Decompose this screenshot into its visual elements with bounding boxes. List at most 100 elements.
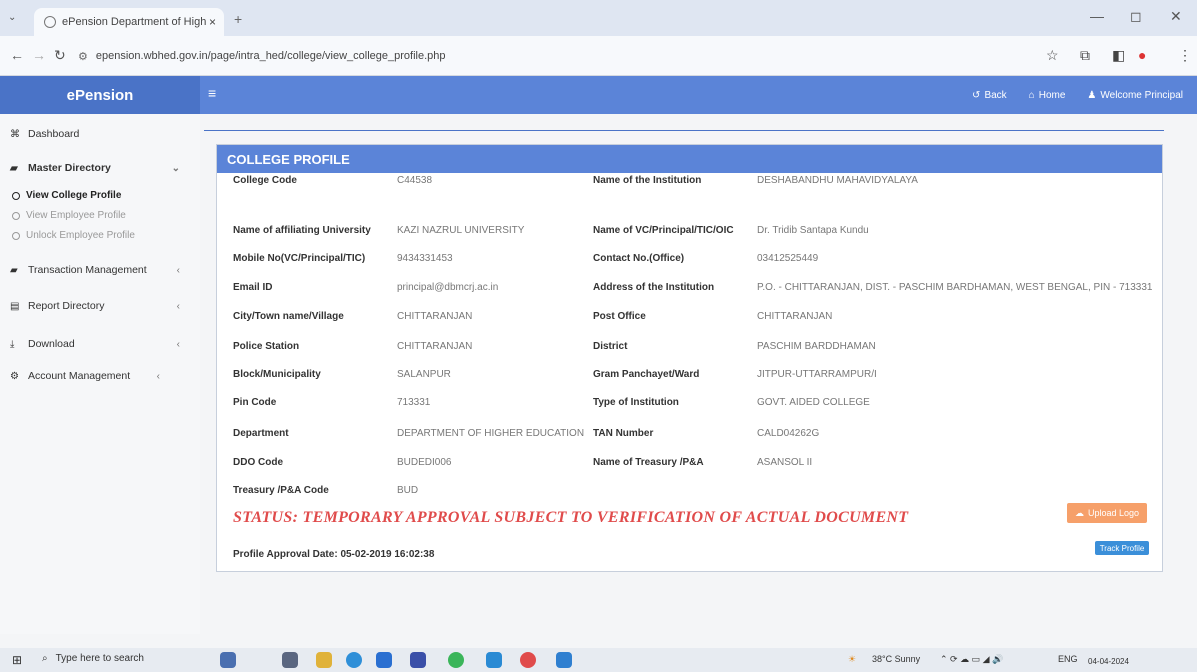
label-treasury: Name of Treasury /P&A — [593, 457, 704, 468]
approval-status-text: STATUS: TEMPORARY APPROVAL SUBJECT TO VE… — [233, 509, 909, 526]
home-icon: ⌂ — [1028, 89, 1035, 101]
close-window-icon[interactable]: ✕ — [1170, 8, 1182, 25]
value-ddo: BUDEDI006 — [397, 457, 452, 468]
value-police: CHITTARANJAN — [397, 341, 473, 352]
label-contact: Contact No.(Office) — [593, 253, 685, 264]
site-info-icon[interactable]: ⚙ — [78, 50, 88, 63]
label-ddo: DDO Code — [233, 457, 283, 468]
user-icon: ♟ — [1087, 89, 1097, 101]
maximize-icon[interactable]: ◻ — [1130, 8, 1142, 25]
track-profile-button[interactable]: Track Profile — [1095, 541, 1149, 555]
value-type: GOVT. AIDED COLLEGE — [757, 397, 870, 408]
star-icon[interactable]: ☆ — [1046, 47, 1059, 64]
app-icon[interactable] — [486, 652, 502, 668]
approval-date-value: 05-02-2019 16:02:38 — [340, 549, 435, 560]
label-university: Name of affiliating University — [233, 225, 371, 236]
sidebar-item-transaction[interactable]: ▰ Transaction Management ‹ — [10, 264, 190, 276]
sidebar-item-master-directory[interactable]: ▰ Master Directory ⌄ — [10, 162, 190, 174]
file-explorer-icon[interactable] — [316, 652, 332, 668]
widget-app-icon[interactable] — [220, 652, 236, 668]
label-police: Police Station — [233, 341, 300, 352]
chevron-down-icon: ⌄ — [171, 162, 180, 174]
chrome-icon[interactable] — [448, 652, 464, 668]
sidebar-item-download[interactable]: ⤓ Download ‹ — [10, 338, 190, 350]
address-bar-row: ← → ↻ ⚙ epension.wbhed.gov.in/page/intra… — [0, 36, 1197, 76]
value-mobile: 9434331453 — [397, 253, 453, 264]
minimize-icon[interactable]: — — [1090, 8, 1104, 24]
extensions-icon[interactable]: ⧉ — [1080, 47, 1090, 64]
value-treasury-code: BUD — [397, 485, 419, 496]
language-indicator[interactable]: ENG — [1058, 654, 1078, 664]
chevron-left-icon: ‹ — [156, 370, 160, 382]
outlook-icon[interactable] — [410, 652, 426, 668]
edge-browser-icon[interactable] — [346, 652, 362, 668]
label-city: City/Town name/Village — [233, 311, 344, 322]
approval-date-line: Profile Approval Date: 05-02-2019 16:02:… — [233, 549, 434, 560]
taskbar-search[interactable]: ⌕ Type here to search — [42, 653, 144, 664]
card-title: COLLEGE PROFILE — [217, 145, 1162, 173]
sidebar-sub-unlock-employee-profile[interactable]: Unlock Employee Profile — [12, 230, 135, 241]
chevron-left-icon: ‹ — [176, 264, 180, 276]
sidebar-item-report[interactable]: ▤ Report Directory ‹ — [10, 300, 190, 312]
weather-icon: ☀ — [848, 654, 857, 664]
tab-menu-icon[interactable]: ⌄ — [8, 12, 16, 23]
weather-text[interactable]: 38°C Sunny — [872, 654, 920, 664]
label-gram: Gram Panchayet/Ward — [593, 369, 700, 380]
app-icon[interactable] — [556, 652, 572, 668]
close-tab-icon[interactable]: × — [209, 15, 216, 29]
store-icon[interactable] — [376, 652, 392, 668]
brand-logo[interactable]: ePension — [0, 76, 200, 114]
sidepanel-icon[interactable]: ◧ — [1112, 47, 1125, 64]
value-department: DEPARTMENT OF HIGHER EDUCATION — [397, 428, 585, 439]
chevron-left-icon: ‹ — [176, 300, 180, 312]
value-city: CHITTARANJAN — [397, 311, 473, 322]
sidebar-sub-view-college-profile[interactable]: View College Profile — [12, 190, 121, 201]
clock-date[interactable]: 04-04-2024 — [1088, 657, 1129, 666]
app-icon[interactable] — [520, 652, 536, 668]
report-icon: ▤ — [10, 300, 20, 312]
sidebar-item-account[interactable]: ⚙ Account Management ‹ — [10, 370, 190, 382]
label-email: Email ID — [233, 282, 273, 293]
value-contact: 03412525449 — [757, 253, 819, 264]
label-tan: TAN Number — [593, 428, 654, 439]
label-institution: Name of the Institution — [593, 175, 702, 186]
sidebar-item-dashboard[interactable]: ⌘ Dashboard — [10, 128, 190, 140]
value-tan: CALD04262G — [757, 428, 820, 439]
back-arrow-icon[interactable]: ← — [10, 47, 24, 63]
browser-tab[interactable]: ePension Department of High × — [34, 8, 224, 36]
windows-start-icon[interactable]: ⊞ — [12, 653, 22, 667]
value-university: KAZI NAZRUL UNIVERSITY — [397, 225, 525, 236]
label-department: Department — [233, 428, 289, 439]
sidebar-sub-view-employee-profile[interactable]: View Employee Profile — [12, 210, 126, 221]
label-vc-name: Name of VC/Principal/TIC/OIC — [593, 225, 734, 236]
menu-toggle-icon[interactable]: ≡ — [208, 85, 216, 101]
home-link[interactable]: ⌂ Home — [1029, 90, 1066, 101]
book-icon: ▰ — [10, 264, 18, 276]
value-treasury: ASANSOL II — [757, 457, 813, 468]
value-post-office: CHITTARANJAN — [757, 311, 833, 322]
label-treasury-code: Treasury /P&A Code — [233, 485, 329, 496]
value-district: PASCHIM BARDDHAMAN — [757, 341, 876, 352]
taskbar: ⊞ ⌕ Type here to search ☀ 38°C Sunny ⌃ ⟳… — [0, 648, 1197, 672]
cloud-upload-icon: ☁ — [1074, 507, 1084, 518]
kebab-menu-icon[interactable]: ⋮ — [1178, 47, 1192, 64]
college-profile-card: COLLEGE PROFILE College Code C44538 Name… — [216, 144, 1163, 572]
chevron-left-icon: ‹ — [176, 338, 180, 350]
new-tab-button[interactable]: + — [234, 11, 242, 27]
forward-arrow-icon[interactable]: → — [32, 47, 46, 63]
task-view-icon[interactable] — [282, 652, 298, 668]
approval-date-label: Profile Approval Date: — [233, 549, 338, 560]
url-field[interactable]: ⚙ epension.wbhed.gov.in/page/intra_hed/c… — [78, 44, 978, 68]
welcome-user-link[interactable]: ♟ Welcome Principal — [1087, 90, 1183, 101]
url-text: epension.wbhed.gov.in/page/intra_hed/col… — [95, 50, 446, 62]
search-icon: ⌕ — [42, 653, 48, 664]
upload-logo-button[interactable]: ☁ Upload Logo — [1067, 503, 1147, 523]
favicon-icon — [44, 16, 56, 28]
back-link[interactable]: ↺ Back — [972, 90, 1007, 101]
system-tray-icons[interactable]: ⌃ ⟳ ☁ ▭ ◢ 🔊 — [940, 654, 1003, 665]
reload-icon[interactable]: ↻ — [54, 47, 66, 64]
label-block: Block/Municipality — [233, 369, 321, 380]
value-vc-name: Dr. Tridib Santapa Kundu — [757, 225, 869, 236]
value-college-code: C44538 — [397, 175, 433, 186]
profile-icon[interactable]: ● — [1138, 47, 1146, 63]
